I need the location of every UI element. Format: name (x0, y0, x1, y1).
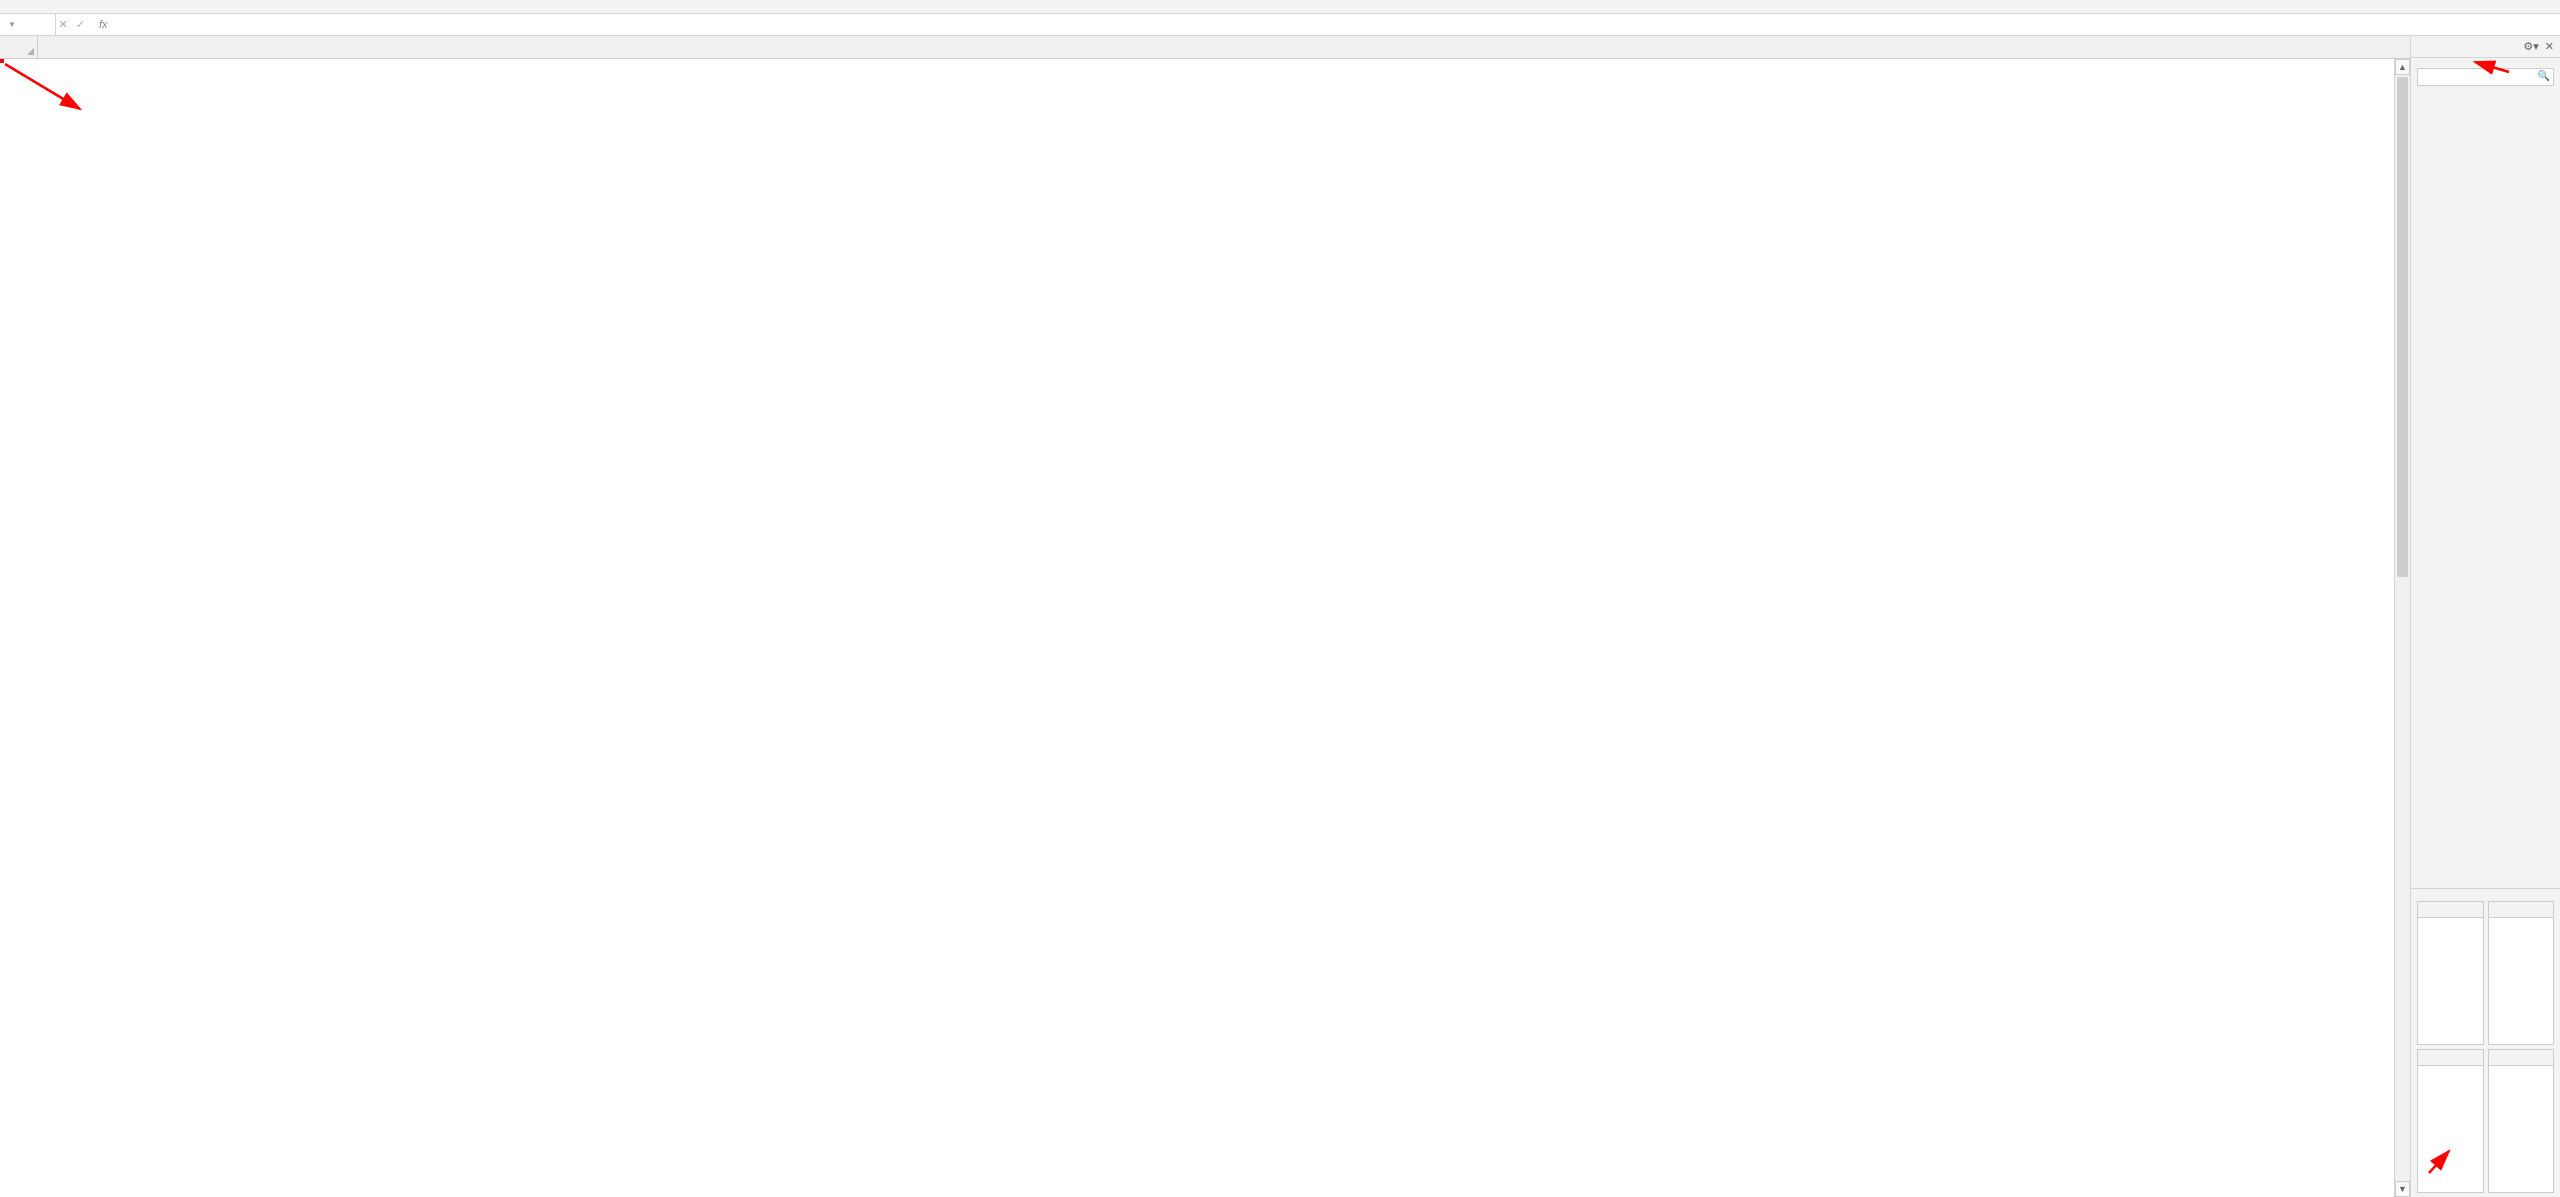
value-area[interactable] (2488, 1049, 2555, 1193)
formula-icons: ✕ ✓ fx (56, 18, 116, 31)
row-area-header (2418, 1050, 2483, 1066)
field-search-input[interactable] (2417, 68, 2554, 86)
value-area-header (2489, 1050, 2554, 1066)
scroll-down-icon[interactable]: ▼ (2395, 1181, 2410, 1197)
annotation-box (0, 59, 4, 63)
search-icon: 🔍 (2538, 71, 2550, 82)
worksheet[interactable]: ▲ ▼ (0, 36, 2410, 1197)
enter-icon[interactable]: ✓ (76, 18, 85, 31)
filter-area[interactable] (2417, 901, 2484, 1045)
areas-subtitle (2411, 888, 2560, 897)
pane-subtitle (2411, 58, 2560, 66)
filter-area-header (2418, 902, 2483, 918)
ribbon (0, 0, 2560, 14)
fx-icon[interactable]: fx (99, 19, 108, 31)
column-area-header (2489, 902, 2554, 918)
pane-gear-icon[interactable]: ⚙▾ (2523, 40, 2538, 53)
field-search[interactable]: 🔍 (2417, 68, 2554, 86)
scroll-up-icon[interactable]: ▲ (2395, 59, 2410, 75)
row-area[interactable] (2417, 1049, 2484, 1193)
formula-bar: ▼ ✕ ✓ fx (0, 14, 2560, 36)
pane-close-icon[interactable]: ✕ (2545, 40, 2554, 53)
pivot-fields-pane: ⚙▾ ✕ 🔍 (2410, 36, 2560, 1197)
select-all-corner[interactable] (0, 36, 38, 58)
column-area[interactable] (2488, 901, 2555, 1045)
vertical-scrollbar[interactable]: ▲ ▼ (2394, 59, 2410, 1197)
formula-input[interactable] (116, 14, 2560, 35)
name-box[interactable]: ▼ (0, 14, 56, 35)
annotation-arrow-1 (0, 59, 90, 119)
cancel-icon[interactable]: ✕ (59, 18, 68, 31)
scroll-thumb[interactable] (2397, 77, 2408, 577)
column-headers (0, 36, 2410, 59)
name-box-dropdown-icon[interactable]: ▼ (6, 20, 18, 29)
